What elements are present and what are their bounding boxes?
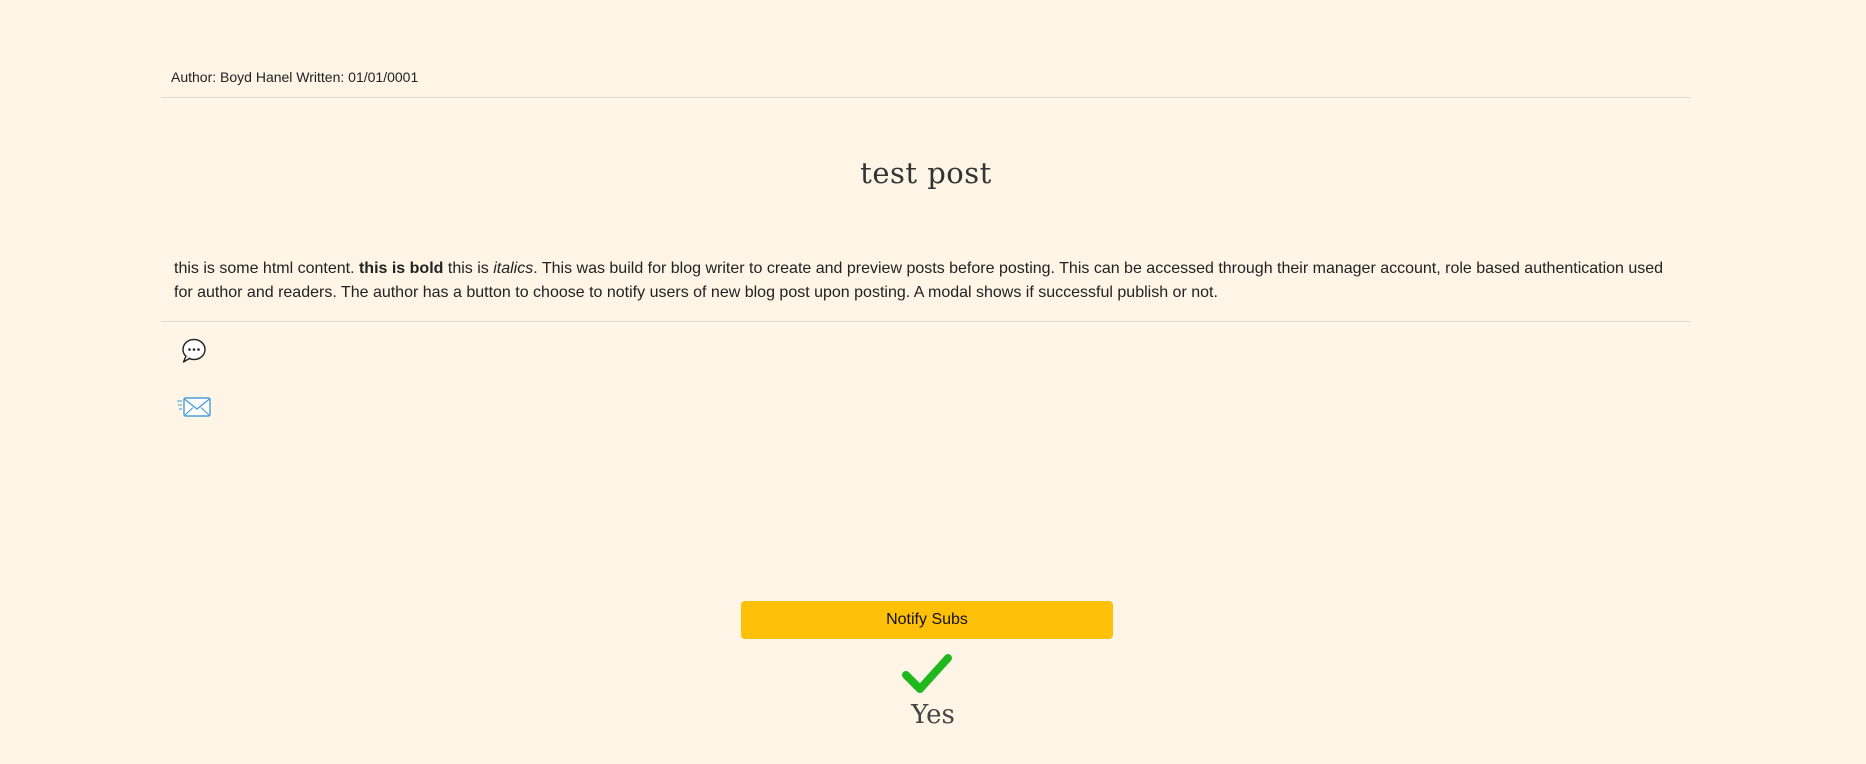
status-text: Yes [911,700,955,730]
divider-bottom [161,321,1691,322]
divider-top [161,97,1691,98]
comment-button[interactable] [179,336,209,366]
content-text-1: this is some html content. [174,260,359,277]
envelope-icon [177,397,211,417]
email-button[interactable] [175,393,213,421]
content-text-2: this is [443,260,494,277]
comment-bubble-icon [182,338,206,363]
notify-subs-button[interactable]: Notify Subs [741,601,1113,639]
post-meta: Author: Boyd Hanel Written: 01/01/0001 [171,69,419,85]
post-title: test post [860,156,992,190]
content-italic: italics [493,260,534,277]
post-content: this is some html content. this is bold … [174,257,1684,305]
content-bold: this is bold [358,260,444,277]
check-icon [902,654,952,693]
